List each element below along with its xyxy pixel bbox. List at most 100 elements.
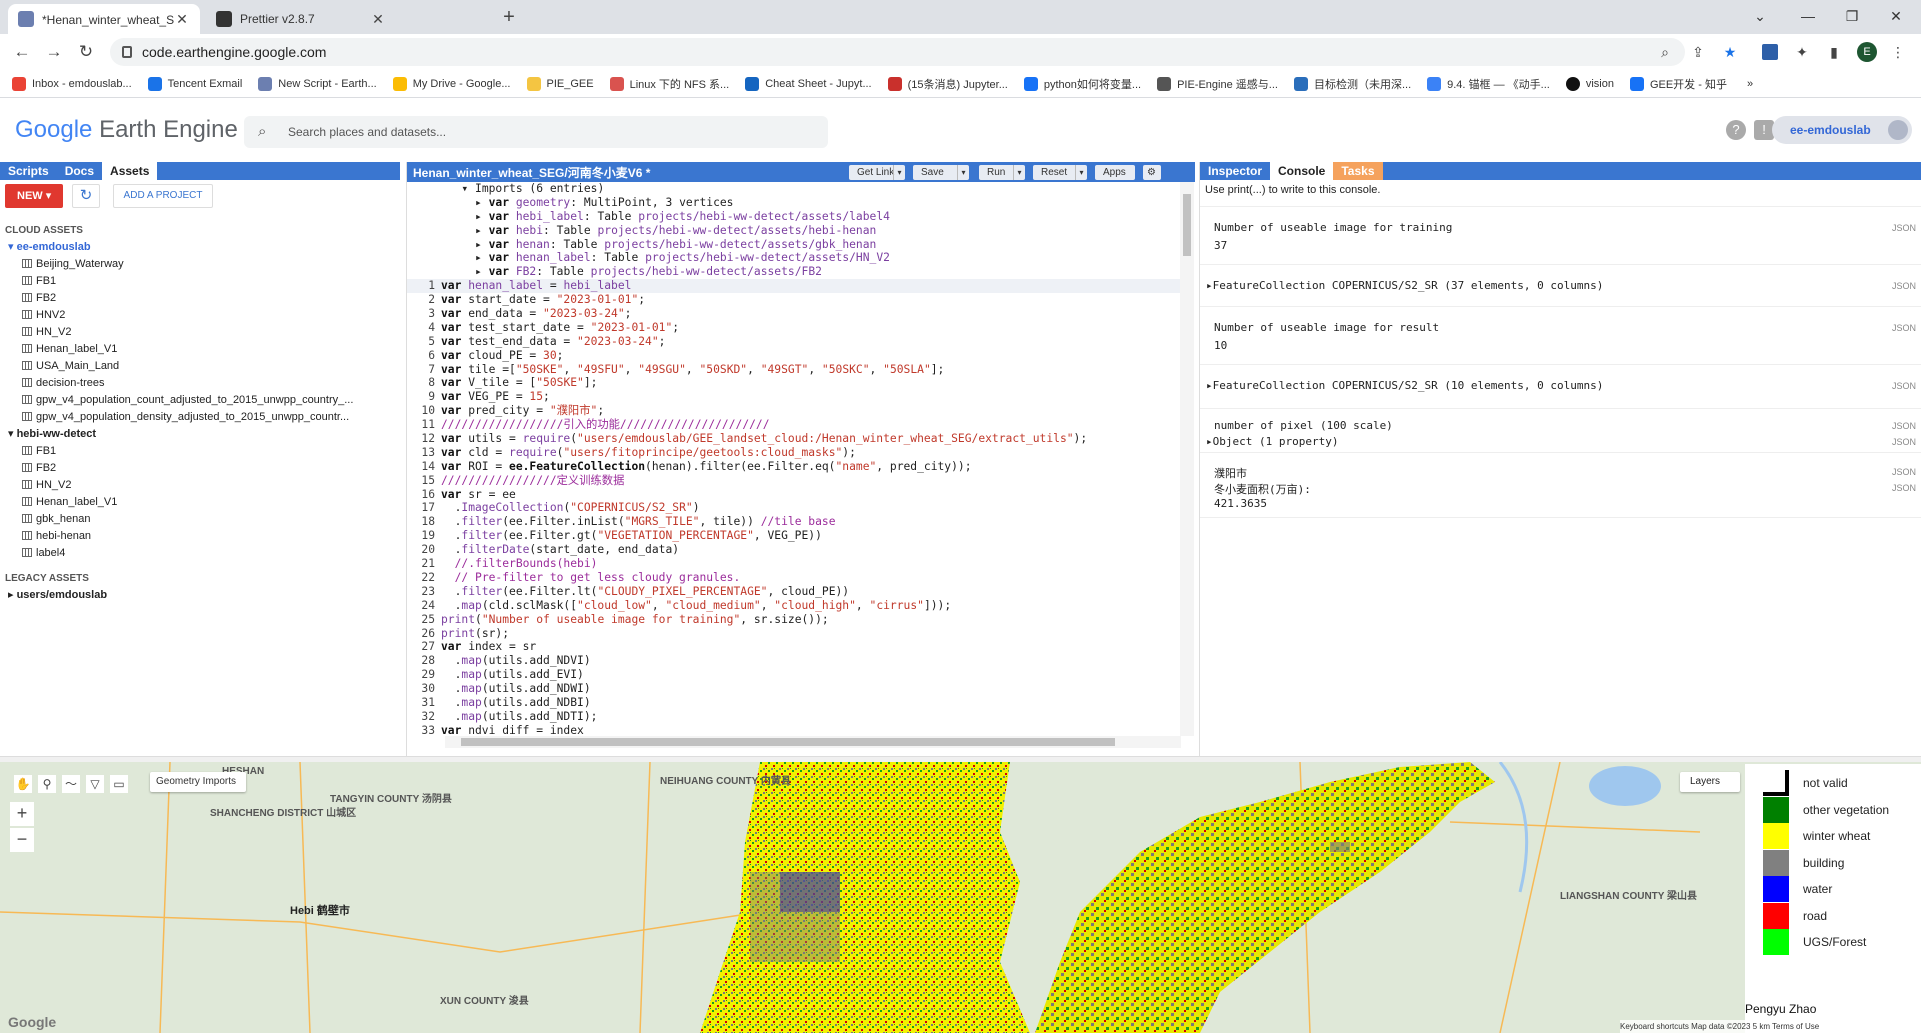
bookmark-item[interactable]: New Script - Earth...	[258, 76, 377, 91]
code-line[interactable]: 8 var V_tile = ["50SKE"];	[407, 376, 1181, 390]
asset-item[interactable]: Beijing_Waterway	[0, 256, 400, 273]
tab-console[interactable]: Console	[1270, 162, 1334, 180]
zoom-in-button[interactable]: +	[10, 802, 34, 826]
extension-download-icon[interactable]	[1762, 44, 1778, 60]
tab-tasks[interactable]: Tasks	[1333, 162, 1383, 180]
side-panel-icon[interactable]: ▮	[1826, 44, 1842, 60]
code-line[interactable]: 25 print("Number of useable image for tra…	[407, 613, 1181, 627]
share-icon[interactable]: ⇪	[1690, 44, 1706, 60]
bookmark-item[interactable]: My Drive - Google...	[392, 76, 511, 91]
pan-hand-icon[interactable]: ✋	[14, 775, 32, 793]
bookmark-item[interactable]: 目标检测（未用深...	[1293, 76, 1411, 92]
console-entry[interactable]: ▸FeatureCollection COPERNICUS/S2_SR (10 …	[1200, 364, 1921, 408]
restore-icon[interactable]: ❐	[1836, 4, 1868, 28]
minimize-icon[interactable]: —	[1792, 4, 1824, 28]
zoom-out-button[interactable]: −	[10, 828, 34, 852]
code-line[interactable]: 12 var utils = require("users/emdouslab/G…	[407, 432, 1181, 446]
caret-down-icon[interactable]: ▾	[8, 241, 17, 253]
asset-item[interactable]: Henan_label_V1	[0, 341, 400, 358]
json-link[interactable]: JSON	[1892, 421, 1916, 431]
json-link[interactable]: JSON	[1892, 381, 1916, 391]
bookmark-item[interactable]: PIE-Engine 遥感与...	[1157, 76, 1278, 92]
asset-item[interactable]: FB1	[0, 443, 400, 460]
bookmark-item[interactable]: Inbox - emdouslab...	[12, 76, 132, 91]
profile-avatar[interactable]: E	[1857, 42, 1877, 62]
code-line[interactable]: 24 .map(cld.sclMask(["cloud_low", "cloud…	[407, 599, 1181, 613]
caret-down-icon[interactable]: ▾	[8, 428, 17, 440]
imports-header[interactable]: ▾ Imports (6 entries)	[407, 182, 1181, 196]
tab-inspector[interactable]: Inspector	[1200, 162, 1270, 180]
asset-item[interactable]: HN_V2	[0, 477, 400, 494]
reload-icon[interactable]: ↻	[74, 41, 98, 63]
asset-item[interactable]: Henan_label_V1	[0, 494, 400, 511]
bookmark-item[interactable]: GEE开发 - 知乎	[1629, 76, 1727, 92]
dropdown-icon[interactable]: ▾	[1013, 165, 1025, 180]
code-line[interactable]: 30 .map(utils.add_NDWI)	[407, 682, 1181, 696]
asset-item[interactable]: label4	[0, 545, 400, 562]
map-footer[interactable]: Keyboard shortcuts Map data ©2023 5 km T…	[1620, 1020, 1921, 1033]
json-link[interactable]: JSON	[1892, 437, 1916, 447]
layers-button[interactable]: Layers	[1680, 772, 1740, 792]
code-line[interactable]: 33 var ndvi_diff = index	[407, 724, 1181, 736]
tab-search-icon[interactable]: ⌄	[1744, 4, 1776, 28]
bookmark-item[interactable]: Cheat Sheet - Jupyt...	[745, 76, 872, 91]
help-icon[interactable]: ?	[1726, 120, 1746, 140]
code-line[interactable]: 22 // Pre-filter to get less cloudy gran…	[407, 571, 1181, 585]
bookmark-item[interactable]: python如何将变量...	[1023, 76, 1141, 92]
json-link[interactable]: JSON	[1892, 223, 1916, 233]
extensions-puzzle-icon[interactable]: ✦	[1794, 44, 1810, 60]
code-line[interactable]: 6 var cloud_PE = 30;	[407, 349, 1181, 363]
code-line[interactable]: 20 .filterDate(start_date, end_data)	[407, 543, 1181, 557]
code-line[interactable]: 1 var henan_label = hebi_label	[407, 279, 1181, 294]
code-line[interactable]: 27 var index = sr	[407, 640, 1181, 654]
bookmark-item[interactable]: (15条消息) Jupyter...	[887, 76, 1008, 92]
map-view[interactable]: HESHANTANGYIN COUNTY 汤阴县SHANCHENG DISTRI…	[0, 762, 1921, 1033]
code-line[interactable]: 11//////////////////引入的功能///////////////…	[407, 418, 1181, 432]
bookmark-item[interactable]: PIE_GEE	[526, 76, 594, 91]
asset-item[interactable]: hebi-henan	[0, 528, 400, 545]
json-link[interactable]: JSON	[1892, 467, 1916, 477]
close-tab-icon[interactable]: ✕	[174, 11, 190, 28]
geometry-imports-dropdown[interactable]: Geometry Imports	[150, 772, 246, 792]
apps-button[interactable]: Apps	[1095, 165, 1135, 180]
more-bookmarks-icon[interactable]: »	[1747, 78, 1753, 90]
browser-tab-active[interactable]: *Henan_winter_wheat_SEG/河南冬... ✕	[8, 4, 200, 34]
code-area[interactable]: ▾ Imports (6 entries) ▸ var geometry: Mu…	[407, 182, 1181, 736]
dropdown-icon[interactable]: ▾	[893, 165, 905, 180]
run-button[interactable]: Run ▾	[979, 165, 1025, 180]
code-line[interactable]: 32 .map(utils.add_NDTI);	[407, 710, 1181, 724]
code-line[interactable]: 4 var test_start_date = "2023-01-01";	[407, 321, 1181, 335]
dropdown-icon[interactable]: ▾	[957, 165, 969, 180]
asset-item[interactable]: HNV2	[0, 307, 400, 324]
bookmark-item[interactable]: vision	[1565, 76, 1614, 91]
code-line[interactable]: 9 var VEG_PE = 15;	[407, 390, 1181, 404]
code-line[interactable]: 14 var ROI = ee.FeatureCollection(henan).…	[407, 460, 1181, 474]
asset-item[interactable]: USA_Main_Land	[0, 358, 400, 375]
asset-item[interactable]: gbk_henan	[0, 511, 400, 528]
import-entry[interactable]: ▸ var geometry: MultiPoint, 3 vertices	[407, 196, 1181, 210]
bookmark-star-icon[interactable]: ★	[1722, 44, 1738, 60]
tab-docs[interactable]: Docs	[57, 162, 102, 180]
bookmark-item[interactable]: Linux 下的 NFS 系...	[609, 76, 729, 92]
settings-gear-icon[interactable]: ⚙	[1143, 165, 1161, 180]
import-entry[interactable]: ▸ var hebi_label: Table projects/hebi-ww…	[407, 210, 1181, 224]
draw-rectangle-icon[interactable]: ▭	[110, 775, 128, 793]
code-line[interactable]: 16 var sr = ee	[407, 488, 1181, 502]
asset-item[interactable]: FB1	[0, 273, 400, 290]
code-line[interactable]: 21 //.filterBounds(hebi)	[407, 557, 1181, 571]
zoom-icon[interactable]: ⌕	[1657, 44, 1673, 60]
console-entry[interactable]: ▸FeatureCollection COPERNICUS/S2_SR (37 …	[1200, 264, 1921, 306]
asset-root-ee-emdouslab[interactable]: ▾ ee-emdouslab	[0, 239, 400, 256]
add-project-button[interactable]: ADD A PROJECT	[113, 184, 213, 208]
asset-item[interactable]: FB2	[0, 290, 400, 307]
asset-item[interactable]: gpw_v4_population_density_adjusted_to_20…	[0, 409, 400, 426]
code-line[interactable]: 13 var cld = require("users/fitoprincipe/…	[407, 446, 1181, 460]
import-entry[interactable]: ▸ var henan: Table projects/hebi-ww-dete…	[407, 238, 1181, 252]
code-line[interactable]: 3 var end_data = "2023-03-24";	[407, 307, 1181, 321]
get-link-button[interactable]: Get Link ▾	[849, 165, 905, 180]
code-line[interactable]: 29 .map(utils.add_EVI)	[407, 668, 1181, 682]
browser-tab-prettier[interactable]: Prettier v2.8.7 ✕	[206, 4, 396, 34]
search-input[interactable]: ⌕ Search places and datasets...	[244, 116, 828, 148]
tab-scripts[interactable]: Scripts	[0, 162, 57, 180]
code-line[interactable]: 31 .map(utils.add_NDBI)	[407, 696, 1181, 710]
